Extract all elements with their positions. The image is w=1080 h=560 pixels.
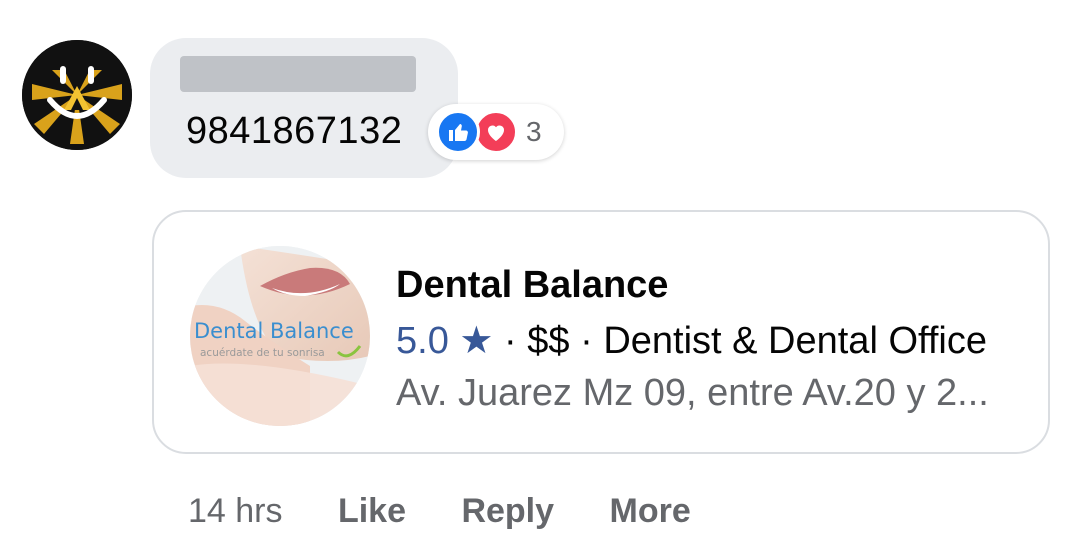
business-price: $$ (527, 320, 570, 362)
reply-button[interactable]: Reply (461, 492, 554, 531)
like-button[interactable]: Like (338, 492, 406, 531)
love-reaction-icon (474, 110, 518, 154)
comment-view: 9841867132 3 Dental Balance acuérdate de… (0, 0, 1080, 560)
business-address: Av. Juarez Mz 09, entre Av.20 y 2... (396, 372, 989, 414)
separator: · (580, 320, 593, 362)
comment-timestamp[interactable]: 14 hrs (188, 492, 283, 531)
separator: · (504, 320, 517, 362)
comment-bubble[interactable]: 9841867132 (150, 38, 458, 178)
business-image-tagline: acuérdate de tu sonrisa (200, 347, 325, 359)
star-icon: ★ (459, 320, 494, 362)
business-card[interactable]: Dental Balance acuérdate de tu sonrisa D… (152, 210, 1050, 454)
reactions-summary[interactable]: 3 (428, 104, 564, 160)
reaction-count: 3 (526, 116, 542, 147)
comment-text: 9841867132 (186, 110, 403, 152)
business-image-logo: Dental Balance (194, 319, 354, 343)
like-reaction-icon (436, 110, 480, 154)
business-image: Dental Balance acuérdate de tu sonrisa (190, 246, 370, 426)
redacted-author-name (180, 56, 416, 92)
business-name[interactable]: Dental Balance (396, 264, 668, 307)
business-rating: 5.0 (396, 320, 449, 362)
comment-actions: 14 hrs Like Reply More (188, 492, 737, 531)
business-info: 5.0 ★ · $$ · Dentist & Dental Office (396, 318, 987, 363)
business-category: Dentist & Dental Office (603, 320, 988, 362)
more-button[interactable]: More (610, 492, 691, 531)
avatar-image (22, 40, 132, 150)
user-avatar-icon[interactable] (22, 40, 132, 150)
